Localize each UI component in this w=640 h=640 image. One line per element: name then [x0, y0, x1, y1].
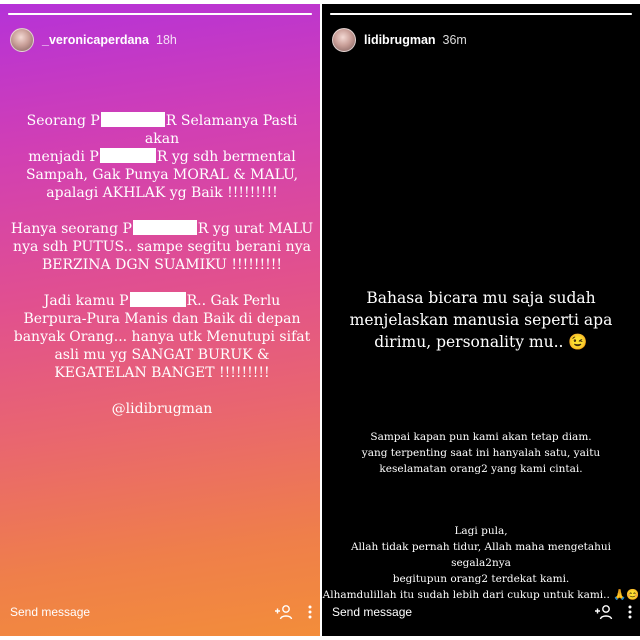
text-line: nya sdh PUTUS.. sampe segitu berani nya: [13, 239, 311, 255]
story-header: lidibrugman 36m: [332, 26, 630, 54]
paragraph-2: Hanya seorang PR yg urat MALU nya sdh PU…: [10, 220, 314, 274]
text-line: Hanya seorang PR yg urat MALU: [10, 220, 314, 237]
paragraph-3: Jadi kamu P R.. Gak Perlu Berpura-Pura Ma…: [10, 292, 314, 382]
avatar[interactable]: [10, 28, 34, 52]
story-progress-fill: [8, 13, 312, 15]
text-line: keselamatan orang2 yang kami cintai.: [379, 463, 583, 475]
story-timestamp: 18h: [156, 33, 177, 47]
text-line: Lagi pula,: [454, 525, 508, 537]
text-line: apalagi AKHLAK yg Baik !!!!!!!!!: [46, 185, 278, 201]
avatar[interactable]: [332, 28, 356, 52]
text-line: Bahasa bicara mu saja sudah: [366, 289, 596, 307]
text-line: Jadi kamu P R.. Gak Perlu: [43, 292, 281, 309]
story-username[interactable]: lidibrugman: [364, 33, 436, 47]
story-progress-bar: [8, 13, 312, 15]
send-message-input[interactable]: Send message: [332, 605, 580, 619]
story-main-text: Bahasa bicara mu saja sudah menjelaskan …: [322, 287, 640, 353]
text-line: dirimu, personality mu.. 😉: [374, 333, 588, 351]
text-line: Sampah, Gak Punya MORAL & MALU,: [25, 167, 299, 183]
text-line: BERZINA DGN SUAMIKU !!!!!!!!!: [41, 257, 282, 273]
story-sub-text: Sampai kapan pun kami akan tetap diam. y…: [322, 429, 640, 477]
folded-hands-emoji: 🙏😊: [613, 589, 640, 601]
story-timestamp: 36m: [442, 33, 467, 47]
censor-block: [132, 220, 197, 235]
paragraph-1: Seorang PR Selamanya Pasti akan menjadi …: [10, 112, 314, 202]
send-message-input[interactable]: Send message: [10, 605, 260, 619]
more-options-icon[interactable]: [628, 605, 632, 619]
censor-block: [99, 148, 156, 163]
text-line: yang terpenting saat ini hanyalah satu, …: [361, 447, 601, 459]
text-line: begitupun orang2 terdekat kami.: [392, 573, 570, 585]
more-options-icon[interactable]: [308, 605, 312, 619]
censor-block: [100, 112, 165, 127]
text-line: menjadi PR yg sdh bermental: [28, 148, 296, 165]
text-line: menjelaskan manusia seperti apa: [349, 311, 613, 329]
mention[interactable]: @lidibrugman: [10, 400, 314, 418]
text-line: banyak Orang... hanya utk Menutupi sifat: [13, 329, 311, 345]
story-header: _veronicaperdana 18h: [10, 26, 310, 54]
right-story-panel: lidibrugman 36m Bahasa bicara mu saja su…: [322, 4, 640, 636]
story-footer: Send message: [332, 602, 632, 622]
story-footer: Send message: [10, 602, 312, 622]
add-person-icon[interactable]: [274, 604, 294, 620]
text-line: Seorang PR Selamanya Pasti akan: [26, 112, 298, 147]
left-story-panel: _veronicaperdana 18h Seorang PR Selamany…: [0, 4, 320, 636]
text-line: Allah tidak pernah tidur, Allah maha men…: [350, 541, 612, 569]
text-line: Sampai kapan pun kami akan tetap diam.: [370, 431, 592, 443]
add-person-icon[interactable]: [594, 604, 614, 620]
text-line: KEGATELAN BANGET !!!!!!!!!: [54, 365, 270, 381]
text-line: Alhamdulillah itu sudah lebih dari cukup…: [322, 589, 640, 601]
story-progress-bar: [330, 13, 632, 15]
story-text: Seorang PR Selamanya Pasti akan menjadi …: [10, 112, 314, 436]
story-username[interactable]: _veronicaperdana: [42, 33, 149, 47]
censor-block: [129, 292, 186, 307]
winking-face-emoji: 😉: [568, 333, 588, 351]
text-line: asli mu yg SANGAT BURUK &: [54, 347, 270, 363]
story-progress-fill: [330, 13, 632, 15]
story-closing-text: Lagi pula, Allah tidak pernah tidur, All…: [322, 523, 640, 603]
text-line: Berpura-Pura Manis dan Baik di depan: [23, 311, 301, 327]
